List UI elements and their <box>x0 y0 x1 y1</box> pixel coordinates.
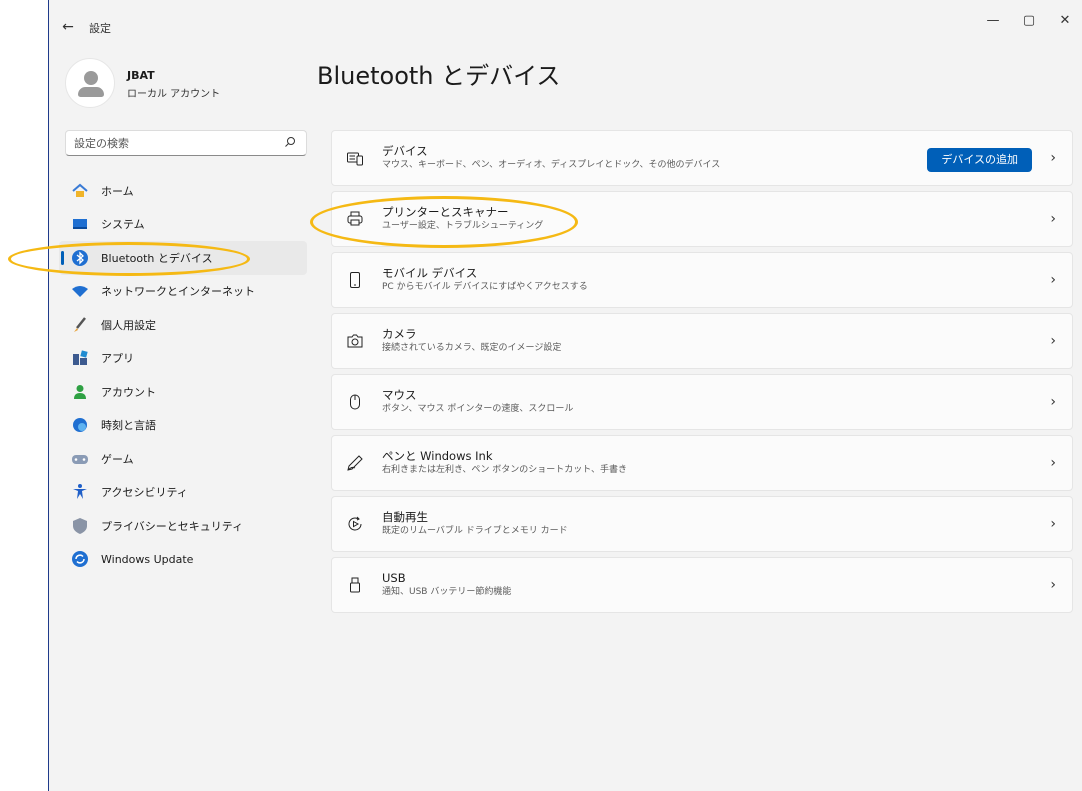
card-description: マウス、キーボード、ペン、オーディオ、ディスプレイとドック、その他のデバイス <box>382 160 721 170</box>
camera-icon <box>346 332 364 350</box>
mouse-icon <box>346 393 364 411</box>
chevron-right-icon: › <box>1050 150 1056 166</box>
window-controls: — ▢ ✕ <box>975 8 1082 34</box>
back-button[interactable]: ← <box>57 16 79 38</box>
user-name: JBAT <box>127 69 155 82</box>
card-autoplay[interactable]: 自動再生 既定のリムーバブル ドライブとメモリ カード › <box>331 496 1073 552</box>
chevron-right-icon: › <box>1050 455 1056 471</box>
background-margin <box>0 0 48 791</box>
sidebar-item-personalization[interactable]: 個人用設定 <box>49 308 315 342</box>
accessibility-icon <box>71 483 89 501</box>
card-title: デバイス <box>382 144 428 158</box>
autoplay-icon <box>346 515 364 533</box>
sidebar-nav: ホーム システム Bluetooth とデバイス ネットワークとインターネット <box>49 174 315 576</box>
sidebar-item-label: アカウント <box>101 385 156 399</box>
sidebar-item-label: Windows Update <box>101 552 194 566</box>
settings-cards: デバイス マウス、キーボード、ペン、オーディオ、ディスプレイとドック、その他のデ… <box>331 130 1073 618</box>
maximize-button[interactable]: ▢ <box>1011 8 1047 34</box>
person-icon <box>71 383 89 401</box>
pen-icon <box>346 454 364 472</box>
update-icon <box>71 550 89 568</box>
sidebar-item-accessibility[interactable]: アクセシビリティ <box>49 476 315 510</box>
sidebar-item-label: アプリ <box>101 352 134 366</box>
active-indicator <box>61 251 64 265</box>
printer-icon <box>346 210 364 228</box>
chevron-right-icon: › <box>1050 577 1056 593</box>
sidebar-item-label: アクセシビリティ <box>101 486 188 500</box>
card-camera[interactable]: カメラ 接続されているカメラ、既定のイメージ設定 › <box>331 313 1073 369</box>
card-title: USB <box>382 571 406 585</box>
sidebar-item-windows-update[interactable]: Windows Update <box>49 543 315 577</box>
search-icon[interactable] <box>284 136 296 150</box>
title-bar: ← 設定 — ▢ ✕ <box>49 0 1082 40</box>
wifi-icon <box>71 282 89 300</box>
sidebar-item-bluetooth[interactable]: Bluetooth とデバイス <box>59 241 307 275</box>
sidebar-item-label: システム <box>101 218 145 232</box>
minimize-button[interactable]: — <box>975 8 1011 34</box>
chevron-right-icon: › <box>1050 333 1056 349</box>
card-usb[interactable]: USB 通知、USB バッテリー節約機能 › <box>331 557 1073 613</box>
page-title: Bluetooth とデバイス <box>317 62 561 90</box>
sidebar-item-label: Bluetooth とデバイス <box>101 251 213 265</box>
shield-icon <box>71 517 89 535</box>
search-input[interactable] <box>74 134 274 152</box>
card-description: 右利きまたは左利き、ペン ボタンのショートカット、手書き <box>382 465 628 475</box>
close-button[interactable]: ✕ <box>1047 8 1082 34</box>
sidebar-item-label: ネットワークとインターネット <box>101 285 255 299</box>
chevron-right-icon: › <box>1050 516 1056 532</box>
card-description: ボタン、マウス ポインターの速度、スクロール <box>382 404 574 414</box>
add-device-button[interactable]: デバイスの追加 <box>927 148 1032 172</box>
card-description: 通知、USB バッテリー節約機能 <box>382 587 512 597</box>
sidebar-item-label: プライバシーとセキュリティ <box>101 519 244 533</box>
account-type: ローカル アカウント <box>127 89 221 100</box>
search-box[interactable] <box>65 130 307 156</box>
usb-icon <box>346 576 364 594</box>
settings-window: ← 設定 — ▢ ✕ JBAT ローカル アカウント ホーム <box>48 0 1082 791</box>
apps-icon <box>71 349 89 367</box>
phone-icon <box>346 271 364 289</box>
card-mobile-devices[interactable]: モバイル デバイス PC からモバイル デバイスにすばやくアクセスする › <box>331 252 1073 308</box>
chevron-right-icon: › <box>1050 211 1056 227</box>
keyboard-icon <box>346 149 364 167</box>
sidebar-item-label: 個人用設定 <box>101 318 156 332</box>
card-title: 自動再生 <box>382 510 428 524</box>
sidebar-item-label: ゲーム <box>101 452 134 466</box>
card-description: 既定のリムーバブル ドライブとメモリ カード <box>382 526 568 536</box>
sidebar-item-label: 時刻と言語 <box>101 419 156 433</box>
sidebar-item-time-language[interactable]: 時刻と言語 <box>49 409 315 443</box>
card-title: マウス <box>382 388 417 402</box>
card-description: PC からモバイル デバイスにすばやくアクセスする <box>382 282 588 292</box>
app-title: 設定 <box>89 22 111 35</box>
arrow-left-icon: ← <box>62 19 74 35</box>
bluetooth-icon <box>71 249 89 267</box>
card-pen-windows-ink[interactable]: ペンと Windows Ink 右利きまたは左利き、ペン ボタンのショートカット… <box>331 435 1073 491</box>
card-printers-scanners[interactable]: プリンターとスキャナー ユーザー設定、トラブルシューティング › <box>331 191 1073 247</box>
card-title: モバイル デバイス <box>382 266 478 280</box>
card-description: ユーザー設定、トラブルシューティング <box>382 221 544 231</box>
sidebar-item-label: ホーム <box>101 184 134 198</box>
sidebar-item-accounts[interactable]: アカウント <box>49 375 315 409</box>
card-mouse[interactable]: マウス ボタン、マウス ポインターの速度、スクロール › <box>331 374 1073 430</box>
sidebar-item-apps[interactable]: アプリ <box>49 342 315 376</box>
chevron-right-icon: › <box>1050 272 1056 288</box>
brush-icon <box>71 316 89 334</box>
home-icon <box>71 182 89 200</box>
sidebar-item-system[interactable]: システム <box>49 208 315 242</box>
avatar-icon[interactable] <box>65 58 115 108</box>
sidebar-item-home[interactable]: ホーム <box>49 174 315 208</box>
monitor-icon <box>71 215 89 233</box>
sidebar-item-network[interactable]: ネットワークとインターネット <box>49 275 315 309</box>
card-title: カメラ <box>382 327 417 341</box>
card-title: プリンターとスキャナー <box>382 205 509 219</box>
card-devices[interactable]: デバイス マウス、キーボード、ペン、オーディオ、ディスプレイとドック、その他のデ… <box>331 130 1073 186</box>
card-title: ペンと Windows Ink <box>382 449 493 463</box>
gamepad-icon <box>71 450 89 468</box>
card-description: 接続されているカメラ、既定のイメージ設定 <box>382 343 562 353</box>
sidebar-item-gaming[interactable]: ゲーム <box>49 442 315 476</box>
globe-clock-icon <box>71 416 89 434</box>
sidebar-item-privacy[interactable]: プライバシーとセキュリティ <box>49 509 315 543</box>
chevron-right-icon: › <box>1050 394 1056 410</box>
